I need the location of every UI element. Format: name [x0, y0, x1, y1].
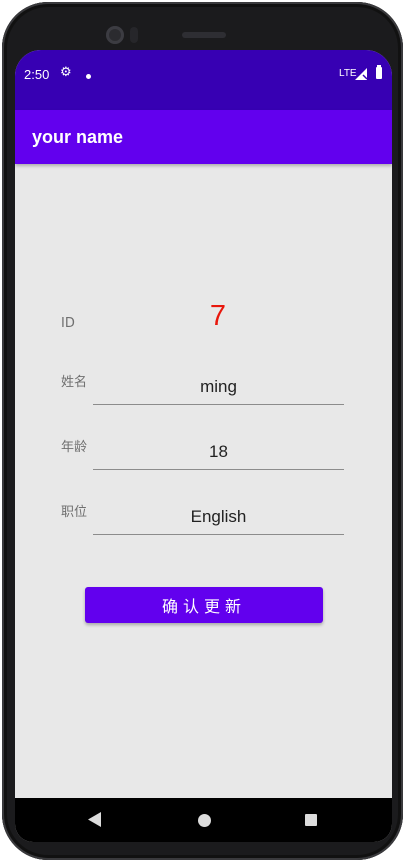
network-type: LTE	[339, 68, 357, 79]
signal-icon	[355, 68, 367, 80]
status-bar: 2:50 ⚙ LTE	[15, 50, 392, 110]
id-value: 7	[209, 300, 227, 332]
app-bar: your name	[15, 110, 392, 164]
name-input[interactable]	[93, 370, 344, 405]
id-label: ID	[61, 316, 75, 331]
age-label: 年龄	[61, 440, 88, 455]
home-icon[interactable]	[198, 814, 211, 827]
front-camera	[106, 26, 124, 44]
confirm-update-button[interactable]: 确认更新	[85, 587, 323, 623]
recents-icon[interactable]	[305, 814, 317, 826]
age-input[interactable]	[93, 435, 344, 470]
settings-icon: ⚙	[60, 65, 72, 80]
screen: 2:50 ⚙ LTE your name ID 7 姓名 年龄 职位 确认更新	[15, 50, 392, 842]
phone-frame: 2:50 ⚙ LTE your name ID 7 姓名 年龄 职位 确认更新	[2, 2, 403, 860]
name-label: 姓名	[61, 375, 88, 390]
proximity-sensor	[130, 27, 138, 43]
app-title: your name	[32, 127, 124, 147]
position-input[interactable]	[93, 500, 344, 535]
notification-dot-icon	[86, 74, 91, 79]
status-time: 2:50	[24, 67, 50, 82]
battery-icon	[376, 65, 382, 79]
navigation-bar	[15, 798, 392, 842]
back-icon[interactable]	[88, 812, 101, 827]
position-label: 职位	[61, 505, 88, 520]
earpiece-speaker	[182, 32, 226, 38]
